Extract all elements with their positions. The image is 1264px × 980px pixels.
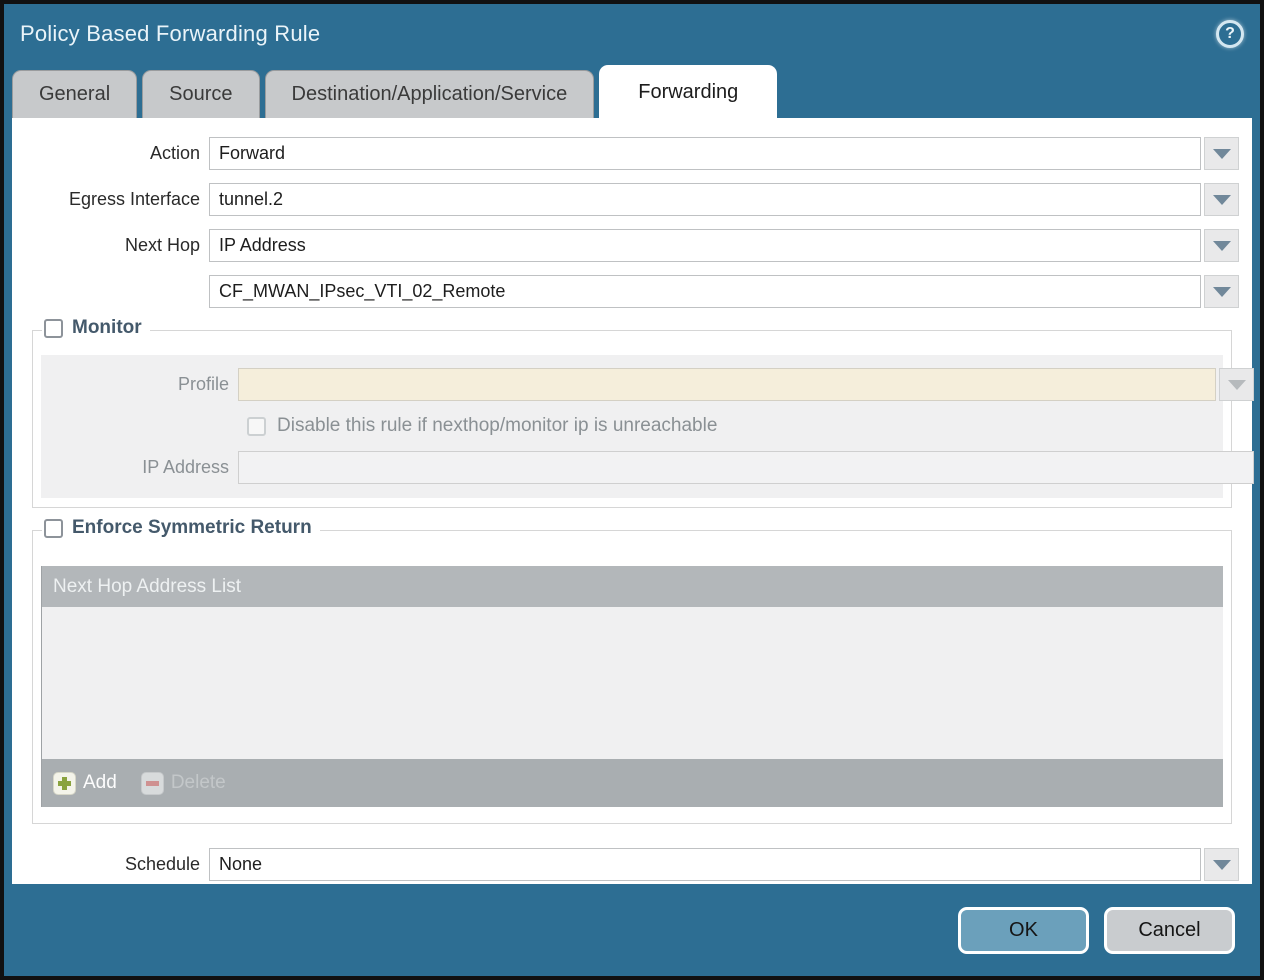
profile-label: Profile [41,374,238,395]
monitor-ip-address-input [238,451,1254,484]
delete-button: Delete [141,772,226,795]
dropdown-arrow-icon [1213,241,1231,251]
action-row: Action Forward [12,137,1252,170]
help-icon[interactable]: ? [1216,20,1244,48]
dialog-title: Policy Based Forwarding Rule [20,21,320,47]
table-footer: Add Delete [42,759,1223,807]
dropdown-arrow-icon [1213,149,1231,159]
next-hop-address-dropdown-button[interactable] [1204,275,1239,308]
next-hop-label: Next Hop [12,235,209,256]
dialog-footer: OK Cancel [4,884,1260,976]
next-hop-address-row: CF_MWAN_IPsec_VTI_02_Remote [12,275,1252,308]
tab-source[interactable]: Source [142,70,259,118]
next-hop-dropdown-value[interactable]: IP Address [209,229,1201,262]
schedule-dropdown-value[interactable]: None [209,848,1201,881]
monitor-legend: Monitor [42,317,150,339]
egress-interface-label: Egress Interface [12,189,209,210]
egress-interface-dropdown-value[interactable]: tunnel.2 [209,183,1201,216]
add-button[interactable]: Add [53,772,117,795]
next-hop-row: Next Hop IP Address [12,229,1252,262]
enforce-legend: Enforce Symmetric Return [42,517,320,539]
policy-based-forwarding-dialog: Policy Based Forwarding Rule ? General S… [0,0,1264,980]
ok-button[interactable]: OK [958,907,1089,954]
profile-dropdown-button [1219,368,1254,401]
dropdown-arrow-icon [1213,860,1231,870]
egress-interface-row: Egress Interface tunnel.2 [12,183,1252,216]
table-body[interactable] [42,607,1223,759]
enforce-symmetric-return-checkbox[interactable] [44,519,63,538]
schedule-row: Schedule None [12,848,1252,881]
monitor-ip-address-row: IP Address [41,451,1223,484]
action-dropdown-value[interactable]: Forward [209,137,1201,170]
profile-dropdown-value [238,368,1216,401]
monitor-checkbox[interactable] [44,319,63,338]
table-header: Next Hop Address List [42,566,1223,607]
egress-interface-dropdown-button[interactable] [1204,183,1239,216]
plus-icon [53,772,76,795]
action-dropdown-button[interactable] [1204,137,1239,170]
forwarding-tab-panel: Action Forward Egress Interface tunnel.2… [12,118,1252,884]
minus-icon [141,772,164,795]
schedule-label: Schedule [12,854,209,875]
monitor-panel: Profile Disable this rule if nexthop/mon… [41,355,1223,498]
delete-button-label: Delete [171,772,226,794]
enforce-symmetric-return-section: Enforce Symmetric Return Next Hop Addres… [32,530,1232,824]
tab-general[interactable]: General [12,70,137,118]
tab-bar: General Source Destination/Application/S… [4,64,1260,118]
monitor-legend-label: Monitor [72,317,142,339]
tab-forwarding[interactable]: Forwarding [599,65,777,118]
next-hop-dropdown-button[interactable] [1204,229,1239,262]
monitor-section: Monitor Profile Disable this rule if nex… [32,330,1232,508]
enforce-legend-label: Enforce Symmetric Return [72,517,312,539]
profile-row: Profile [41,368,1223,401]
tab-destination-application-service[interactable]: Destination/Application/Service [265,70,595,118]
dropdown-arrow-icon [1213,195,1231,205]
monitor-ip-address-label: IP Address [41,457,238,478]
cancel-button[interactable]: Cancel [1104,907,1235,954]
dialog-titlebar: Policy Based Forwarding Rule ? [4,4,1260,64]
dropdown-arrow-icon [1213,287,1231,297]
disable-rule-label: Disable this rule if nexthop/monitor ip … [277,415,717,437]
disable-rule-row: Disable this rule if nexthop/monitor ip … [247,415,1223,437]
disable-rule-checkbox [247,417,266,436]
next-hop-address-dropdown-value[interactable]: CF_MWAN_IPsec_VTI_02_Remote [209,275,1201,308]
action-label: Action [12,143,209,164]
next-hop-address-list-table: Next Hop Address List Add Delete [41,566,1223,807]
schedule-dropdown-button[interactable] [1204,848,1239,881]
dropdown-arrow-icon [1228,380,1246,390]
add-button-label: Add [83,772,117,794]
